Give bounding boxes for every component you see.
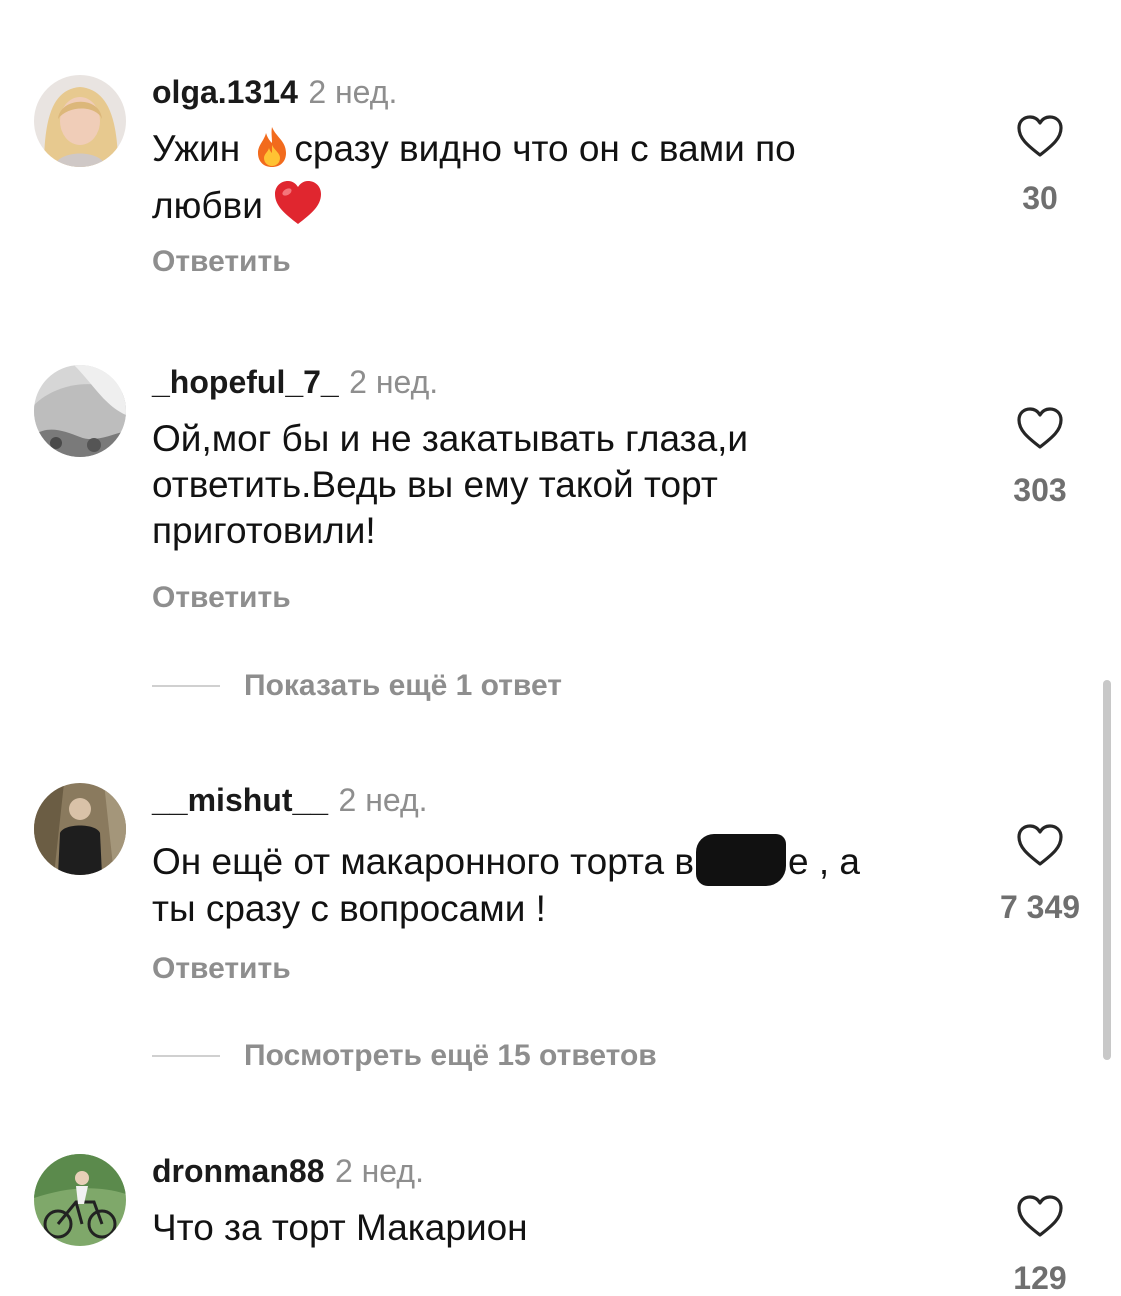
reply-button[interactable]: Ответить xyxy=(152,580,291,616)
comment-time: 2 нед. xyxy=(334,1153,424,1189)
heart-outline-icon[interactable] xyxy=(1016,406,1064,450)
comment-time: 2 нед. xyxy=(308,74,398,110)
avatar[interactable] xyxy=(34,75,126,167)
reply-button[interactable]: Ответить xyxy=(152,951,291,987)
comment-text: Ой,мог бы и не закатывать глаза,и ответи… xyxy=(152,418,749,551)
show-more-replies-label[interactable]: Показать ещё 1 ответ xyxy=(244,669,562,703)
show-more-replies[interactable]: Посмотреть ещё 15 ответов xyxy=(152,1036,657,1076)
like-count: 129 xyxy=(1013,1260,1067,1296)
comment-username[interactable]: olga.1314 xyxy=(152,74,298,110)
like-count: 303 xyxy=(1013,472,1067,508)
avatar[interactable] xyxy=(34,783,126,875)
red-heart-emoji xyxy=(273,180,323,237)
like-count: 7 349 xyxy=(999,889,1081,925)
divider xyxy=(152,1055,220,1057)
show-more-replies[interactable]: Показать ещё 1 ответ xyxy=(152,666,562,706)
divider xyxy=(152,685,220,687)
heart-outline-icon[interactable] xyxy=(1016,1194,1064,1238)
redaction-mark xyxy=(696,834,787,886)
comment-text: Ужин сразу видно что он с вами по любви xyxy=(152,125,952,237)
comment-username[interactable]: _hopeful_7_ xyxy=(152,364,339,400)
comment-username[interactable]: __mishut__ xyxy=(152,782,328,818)
scrollbar[interactable] xyxy=(1103,680,1111,1060)
comment-time: 2 нед. xyxy=(338,782,428,818)
comment-text: Он ещё от макаронного торта ве , а ты ср… xyxy=(152,834,952,932)
show-more-replies-label[interactable]: Посмотреть ещё 15 ответов xyxy=(244,1039,657,1073)
comment-username[interactable]: dronman88 xyxy=(152,1153,324,1189)
avatar[interactable] xyxy=(34,365,126,457)
fire-emoji xyxy=(250,125,294,180)
comment-text: Что за торт Макарион xyxy=(152,1207,528,1248)
reply-button[interactable]: Ответить xyxy=(152,244,291,280)
avatar[interactable] xyxy=(34,1154,126,1246)
like-count: 30 xyxy=(1022,180,1058,216)
comment-time: 2 нед. xyxy=(349,364,439,400)
heart-outline-icon[interactable] xyxy=(1016,823,1064,867)
heart-outline-icon[interactable] xyxy=(1016,114,1064,158)
